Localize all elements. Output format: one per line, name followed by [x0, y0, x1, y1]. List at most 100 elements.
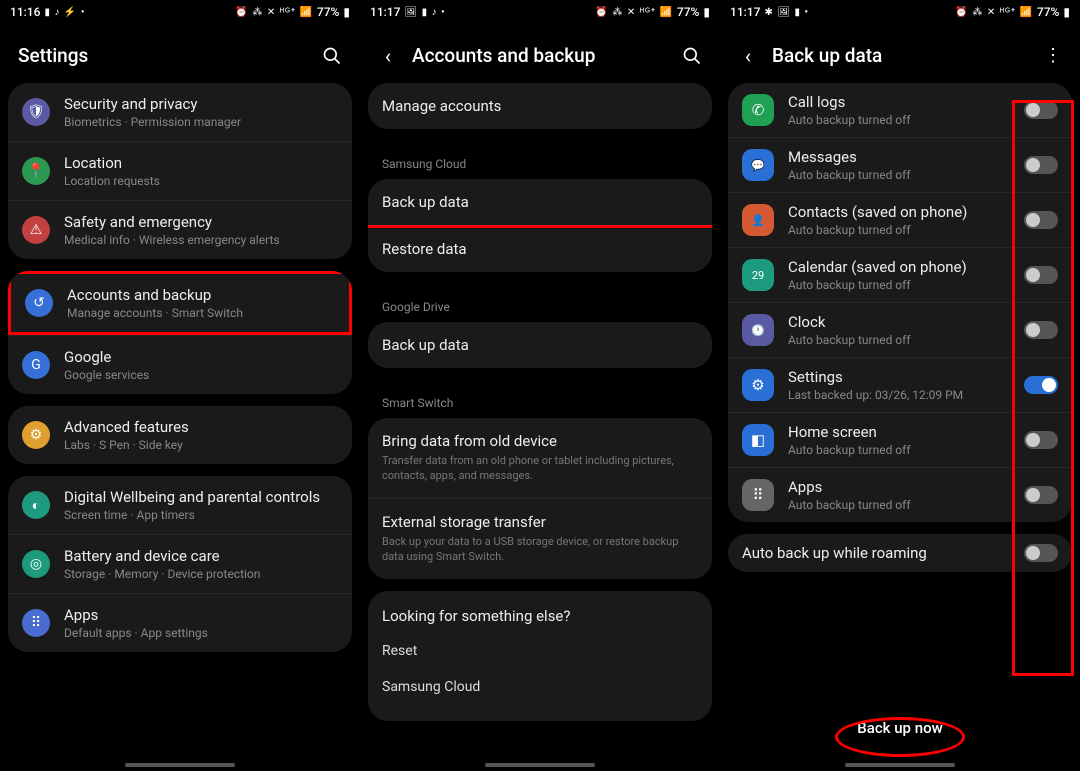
row-sub: Auto backup turned off [788, 498, 1024, 512]
item-toggle[interactable] [1024, 321, 1058, 339]
row-sub: Auto backup turned off [788, 443, 1024, 457]
auto-backup-roaming-row[interactable]: Auto back up while roaming [728, 534, 1072, 572]
backup-item-row[interactable]: 👤 Contacts (saved on phone) Auto backup … [728, 192, 1072, 247]
row-title: Contacts (saved on phone) [788, 203, 1024, 221]
section-samsung-cloud: Samsung Cloud [368, 141, 712, 179]
backup-item-row[interactable]: 💬 Messages Auto backup turned off [728, 137, 1072, 192]
looking-title: Looking for something else? [382, 607, 698, 625]
row-icon: ◎ [22, 550, 50, 578]
settings-row[interactable]: ↺ Accounts and backup Manage accounts · … [8, 271, 352, 335]
item-toggle[interactable] [1024, 101, 1058, 119]
row-title: Accounts and backup [67, 286, 335, 304]
settings-row[interactable]: 🛡 Security and privacy Biometrics · Perm… [8, 83, 352, 141]
backup-item-row[interactable]: 29 Calendar (saved on phone) Auto backup… [728, 247, 1072, 302]
battery-text: 77% [677, 5, 699, 19]
settings-group-wellbeing: ◐ Digital Wellbeing and parental control… [8, 476, 352, 652]
row-sub: Labs · S Pen · Side key [64, 438, 338, 452]
item-toggle[interactable] [1024, 376, 1058, 394]
reset-link[interactable]: Reset [382, 633, 698, 669]
settings-row[interactable]: ⚙ Advanced features Labs · S Pen · Side … [8, 406, 352, 464]
search-icon[interactable] [322, 46, 342, 66]
restore-data-label: Restore data [382, 240, 698, 258]
status-bar: 11:17 🖼 ▮ ♪ • ⏰ ⁂ ✕ ᴴᴳ⁺ 📶 77% ▮ [360, 0, 720, 24]
external-storage-sub: Back up your data to a USB storage devic… [382, 534, 698, 565]
screen-accounts-backup: 11:17 🖼 ▮ ♪ • ⏰ ⁂ ✕ ᴴᴳ⁺ 📶 77% ▮ ‹ Accoun… [360, 0, 720, 771]
row-icon: 💬 [742, 149, 774, 181]
settings-row[interactable]: ◎ Battery and device care Storage · Memo… [8, 534, 352, 593]
row-title: Safety and emergency [64, 213, 338, 231]
screen-settings: 11:16 ▮ ♪ ⚡ • ⏰ ⁂ ✕ ᴴᴳ⁺ 📶 77% ▮ Settings… [0, 0, 360, 771]
row-sub: Manage accounts · Smart Switch [67, 306, 335, 320]
external-storage-row[interactable]: External storage transfer Back up your d… [368, 498, 712, 579]
status-time: 11:16 [10, 5, 40, 19]
google-backup-label: Back up data [382, 336, 698, 354]
row-sub: Auto backup turned off [788, 168, 1024, 182]
back-up-data-row[interactable]: Back up data [368, 179, 712, 228]
battery-text: 77% [1037, 5, 1059, 19]
accounts-list: Manage accounts Samsung Cloud Back up da… [360, 83, 720, 771]
backup-item-row[interactable]: 🕐 Clock Auto backup turned off [728, 302, 1072, 357]
row-icon: 29 [742, 259, 774, 291]
item-toggle[interactable] [1024, 431, 1058, 449]
nav-indicator[interactable] [485, 763, 595, 767]
settings-group-security: 🛡 Security and privacy Biometrics · Perm… [8, 83, 352, 259]
samsung-cloud-link[interactable]: Samsung Cloud [382, 669, 698, 705]
row-sub: Default apps · App settings [64, 626, 338, 640]
external-storage-label: External storage transfer [382, 513, 698, 531]
status-left-icons: ▮ ♪ ⚡ • [44, 7, 85, 18]
roaming-label: Auto back up while roaming [742, 544, 1024, 562]
backup-item-row[interactable]: ✆ Call logs Auto backup turned off [728, 83, 1072, 137]
roaming-toggle[interactable] [1024, 544, 1058, 562]
battery-text: 77% [317, 5, 339, 19]
nav-indicator[interactable] [125, 763, 235, 767]
manage-accounts-row[interactable]: Manage accounts [368, 83, 712, 129]
status-left-icons: 🖼 ▮ ♪ • [404, 7, 445, 18]
backup-item-row[interactable]: ⠿ Apps Auto backup turned off [728, 467, 1072, 522]
settings-row[interactable]: ⚠ Safety and emergency Medical info · Wi… [8, 200, 352, 259]
more-icon[interactable]: ⋮ [1044, 45, 1062, 66]
item-toggle[interactable] [1024, 156, 1058, 174]
settings-row[interactable]: ◐ Digital Wellbeing and parental control… [8, 476, 352, 534]
row-title: Apps [788, 478, 1024, 496]
item-toggle[interactable] [1024, 486, 1058, 504]
row-sub: Auto backup turned off [788, 223, 1024, 237]
manage-accounts-card: Manage accounts [368, 83, 712, 129]
search-icon[interactable] [682, 46, 702, 66]
item-toggle[interactable] [1024, 266, 1058, 284]
backup-item-row[interactable]: ◧ Home screen Auto backup turned off [728, 412, 1072, 467]
back-button[interactable]: ‹ [738, 46, 758, 66]
section-google-drive: Google Drive [368, 284, 712, 322]
bring-data-row[interactable]: Bring data from old device Transfer data… [368, 418, 712, 498]
status-bar: 11:17 ✱ 🖼 ▮ • ⏰ ⁂ ✕ ᴴᴳ⁺ 📶 77% ▮ [720, 0, 1080, 24]
header: Settings [0, 24, 360, 83]
row-icon: ✆ [742, 94, 774, 126]
row-sub: Medical info · Wireless emergency alerts [64, 233, 338, 247]
looking-card: Looking for something else? Reset Samsun… [368, 591, 712, 721]
row-sub: Google services [64, 368, 338, 382]
restore-data-row[interactable]: Restore data [368, 225, 712, 272]
bring-data-label: Bring data from old device [382, 432, 698, 450]
row-icon: 👤 [742, 204, 774, 236]
google-backup-row[interactable]: Back up data [368, 322, 712, 368]
backup-items-card: ✆ Call logs Auto backup turned off 💬 Mes… [728, 83, 1072, 522]
settings-list: 🛡 Security and privacy Biometrics · Perm… [0, 83, 360, 771]
status-time: 11:17 [370, 5, 400, 19]
samsung-cloud-card: Back up data Restore data [368, 179, 712, 272]
settings-row[interactable]: ⠿ Apps Default apps · App settings [8, 593, 352, 652]
row-icon: 📍 [22, 157, 50, 185]
settings-row[interactable]: 📍 Location Location requests [8, 141, 352, 200]
item-toggle[interactable] [1024, 211, 1058, 229]
backup-item-row[interactable]: ⚙ Settings Last backed up: 03/26, 12:09 … [728, 357, 1072, 412]
settings-row[interactable]: G Google Google services [8, 335, 352, 394]
google-drive-card: Back up data [368, 322, 712, 368]
backup-now-button[interactable]: Back up now [837, 709, 962, 747]
nav-indicator[interactable] [845, 763, 955, 767]
battery-icon: ▮ [703, 5, 710, 19]
status-right-icons: ⏰ ⁂ ✕ ᴴᴳ⁺ 📶 [595, 7, 673, 18]
back-button[interactable]: ‹ [378, 46, 398, 66]
row-sub: Location requests [64, 174, 338, 188]
row-icon: G [22, 351, 50, 379]
battery-icon: ▮ [1063, 5, 1070, 19]
row-icon: ◐ [22, 491, 50, 519]
row-sub: Screen time · App timers [64, 508, 338, 522]
